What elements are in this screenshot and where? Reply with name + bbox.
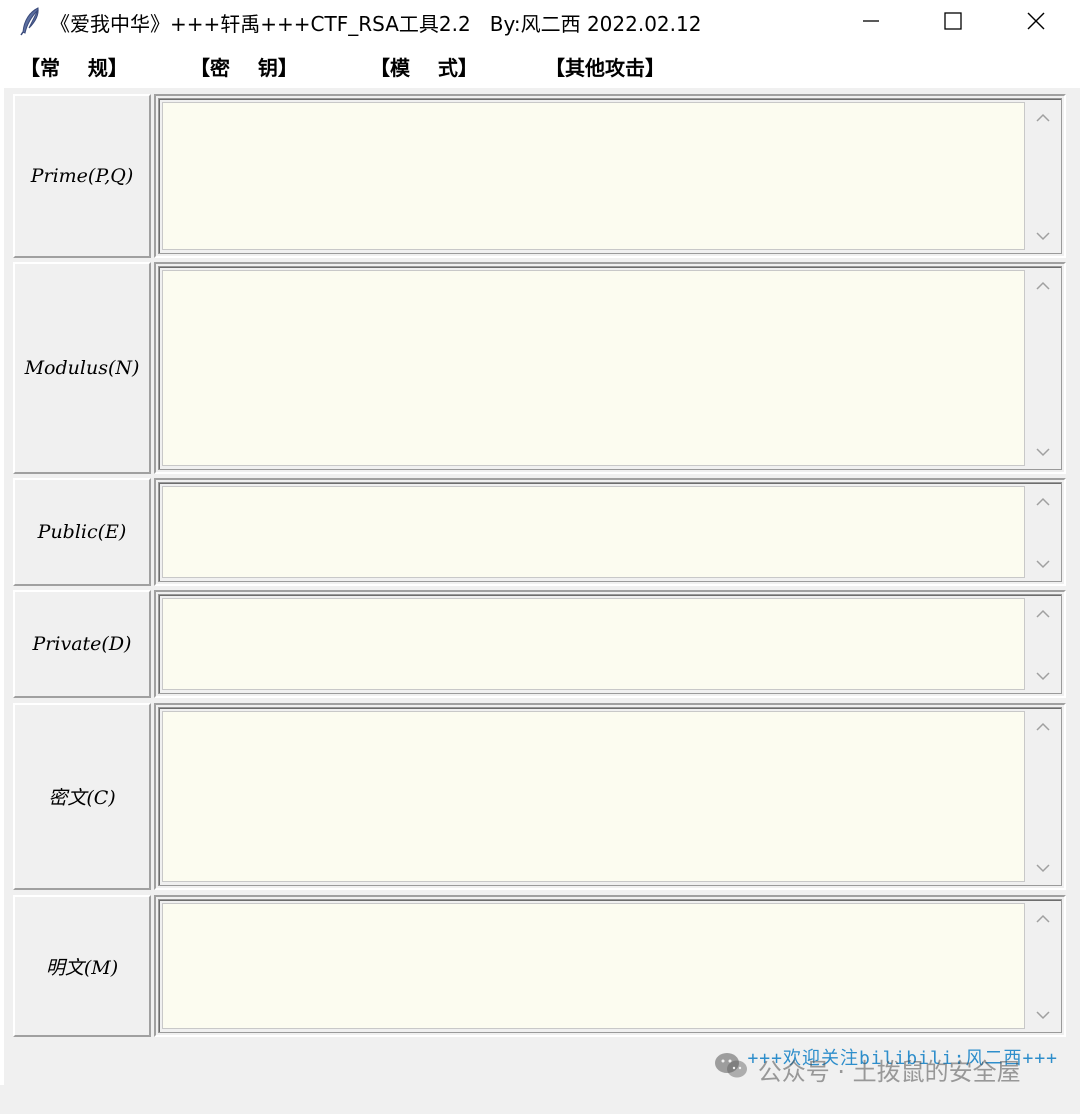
plaintext-label-cell: 明文(M) xyxy=(13,895,151,1037)
chevron-up-icon xyxy=(1036,909,1050,928)
menu-mode[interactable]: 【模 式】 xyxy=(370,52,478,81)
public-input[interactable] xyxy=(162,486,1025,578)
ciphertext-row: 密文(C) xyxy=(13,703,1066,890)
ciphertext-scroll-down[interactable] xyxy=(1026,852,1060,882)
private-label: Private(D) xyxy=(32,633,132,655)
prime-scrollbar[interactable] xyxy=(1026,100,1060,252)
private-input[interactable] xyxy=(162,598,1025,690)
close-icon xyxy=(1026,11,1046,31)
plaintext-row: 明文(M) xyxy=(13,895,1066,1037)
modulus-scroll-up[interactable] xyxy=(1026,270,1060,300)
prime-label: Prime(P,Q) xyxy=(30,165,134,187)
prime-row: Prime(P,Q) xyxy=(13,94,1066,258)
minimize-icon xyxy=(862,12,880,30)
watermark: 公众号 · 土拨鼠的安全屋 xyxy=(668,1024,1021,1114)
plaintext-scroll-down[interactable] xyxy=(1026,999,1060,1029)
prime-field-frame xyxy=(154,94,1066,258)
chevron-up-icon xyxy=(1036,604,1050,623)
prime-input[interactable] xyxy=(162,102,1025,250)
plaintext-field-frame xyxy=(154,895,1066,1037)
prime-field-inner xyxy=(158,98,1062,254)
ciphertext-field-frame xyxy=(154,703,1066,890)
private-label-cell: Private(D) xyxy=(13,590,151,698)
chevron-down-icon xyxy=(1036,442,1050,461)
plaintext-scroll-up[interactable] xyxy=(1026,903,1060,933)
left-edge xyxy=(0,88,4,1085)
chevron-up-icon xyxy=(1036,717,1050,736)
ciphertext-input[interactable] xyxy=(162,711,1025,882)
maximize-button[interactable] xyxy=(911,0,995,42)
modulus-input[interactable] xyxy=(162,270,1025,466)
private-field-frame xyxy=(154,590,1066,698)
chevron-up-icon xyxy=(1036,108,1050,127)
chevron-up-icon xyxy=(1036,492,1050,511)
title-bar[interactable]: 《爱我中华》+++轩禹+++CTF_RSA工具2.2 By:风二西 2022.0… xyxy=(0,0,1080,42)
watermark-text: 公众号 · 土拨鼠的安全屋 xyxy=(757,1057,1021,1086)
public-field-inner xyxy=(158,482,1062,582)
minimize-button[interactable] xyxy=(829,0,913,42)
plaintext-field-inner xyxy=(158,899,1062,1033)
public-scrollbar[interactable] xyxy=(1026,484,1060,580)
private-scrollbar[interactable] xyxy=(1026,596,1060,692)
ciphertext-label-cell: 密文(C) xyxy=(13,703,151,890)
wechat-icon xyxy=(668,1024,748,1114)
private-row: Private(D) xyxy=(13,590,1066,698)
close-button[interactable] xyxy=(994,0,1078,42)
public-field-frame xyxy=(154,478,1066,586)
public-label: Public(E) xyxy=(37,521,127,543)
private-scroll-up[interactable] xyxy=(1026,598,1060,628)
chevron-down-icon xyxy=(1036,1005,1050,1024)
public-label-cell: Public(E) xyxy=(13,478,151,586)
chevron-up-icon xyxy=(1036,276,1050,295)
modulus-field-frame xyxy=(154,262,1066,474)
private-scroll-down[interactable] xyxy=(1026,660,1060,690)
modulus-label: Modulus(N) xyxy=(24,357,140,379)
ciphertext-label: 密文(C) xyxy=(48,787,116,809)
ciphertext-scrollbar[interactable] xyxy=(1026,709,1060,884)
plaintext-input[interactable] xyxy=(162,903,1025,1029)
chevron-down-icon xyxy=(1036,226,1050,245)
plaintext-label: 明文(M) xyxy=(45,956,119,979)
ciphertext-field-inner xyxy=(158,707,1062,886)
prime-scroll-down[interactable] xyxy=(1026,220,1060,250)
maximize-icon xyxy=(944,12,962,30)
public-scroll-down[interactable] xyxy=(1026,548,1060,578)
plaintext-scrollbar[interactable] xyxy=(1026,901,1060,1031)
chevron-down-icon xyxy=(1036,858,1050,877)
private-field-inner xyxy=(158,594,1062,694)
chevron-down-icon xyxy=(1036,554,1050,573)
ciphertext-scroll-up[interactable] xyxy=(1026,711,1060,741)
feather-icon xyxy=(18,6,44,36)
modulus-scroll-down[interactable] xyxy=(1026,436,1060,466)
menu-general[interactable]: 【常 规】 xyxy=(20,52,128,81)
modulus-field-inner xyxy=(158,266,1062,470)
public-row: Public(E) xyxy=(13,478,1066,586)
chevron-down-icon xyxy=(1036,666,1050,685)
menu-key[interactable]: 【密 钥】 xyxy=(190,52,298,81)
menu-bar: 【常 规】 【密 钥】 【模 式】 【其他攻击】 xyxy=(0,42,1080,88)
prime-scroll-up[interactable] xyxy=(1026,102,1060,132)
modulus-label-cell: Modulus(N) xyxy=(13,262,151,474)
modulus-scrollbar[interactable] xyxy=(1026,268,1060,468)
window-title: 《爱我中华》+++轩禹+++CTF_RSA工具2.2 By:风二西 2022.0… xyxy=(50,12,702,36)
public-scroll-up[interactable] xyxy=(1026,486,1060,516)
menu-other-attacks[interactable]: 【其他攻击】 xyxy=(545,52,665,81)
app-window: 《爱我中华》+++轩禹+++CTF_RSA工具2.2 By:风二西 2022.0… xyxy=(0,0,1080,1086)
prime-label-cell: Prime(P,Q) xyxy=(13,94,151,258)
modulus-row: Modulus(N) xyxy=(13,262,1066,474)
